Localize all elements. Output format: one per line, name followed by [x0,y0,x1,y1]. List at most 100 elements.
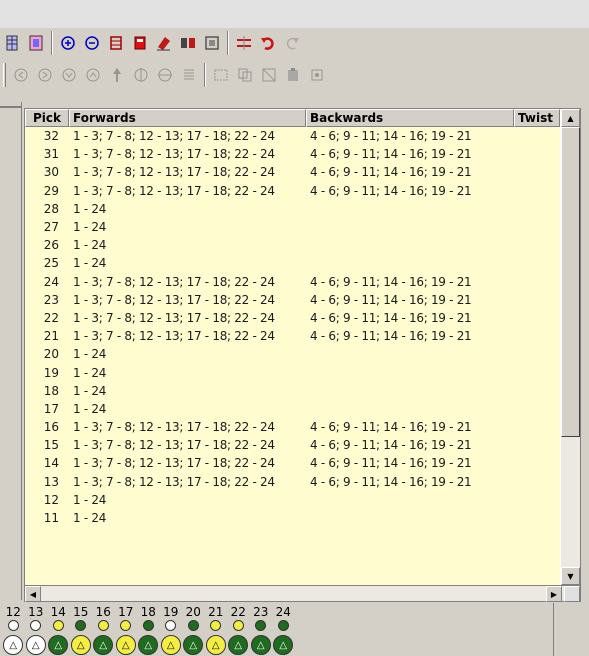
table-row[interactable]: 25 1 - 24 [25,254,560,272]
grid-icon[interactable] [2,33,22,53]
cell-forwards[interactable]: 1 - 24 [69,202,306,216]
rotate-right-icon[interactable] [35,65,55,85]
cell-forwards[interactable]: 1 - 3; 7 - 8; 12 - 13; 17 - 18; 22 - 24 [69,438,306,452]
cell-forwards[interactable]: 1 - 24 [69,402,306,416]
table-row[interactable]: 21 1 - 3; 7 - 8; 12 - 13; 17 - 18; 22 - 2… [25,327,560,345]
cell-forwards[interactable]: 1 - 3; 7 - 8; 12 - 13; 17 - 18; 22 - 24 [69,329,306,343]
cell-pick[interactable]: 27 [25,220,69,234]
scroll-left-button[interactable]: ◀ [25,586,41,602]
card-dot[interactable] [30,620,42,631]
list-icon[interactable] [179,65,199,85]
cell-backwards[interactable]: 4 - 6; 9 - 11; 14 - 16; 19 - 21 [306,275,514,289]
select-icon[interactable] [211,65,231,85]
table-row[interactable]: 29 1 - 3; 7 - 8; 12 - 13; 17 - 18; 22 - 2… [25,182,560,200]
table-row[interactable]: 18 1 - 24 [25,382,560,400]
cell-forwards[interactable]: 1 - 24 [69,220,306,234]
cell-pick[interactable]: 32 [25,129,69,143]
table-row[interactable]: 15 1 - 3; 7 - 8; 12 - 13; 17 - 18; 22 - 2… [25,436,560,454]
table-row[interactable]: 17 1 - 24 [25,400,560,418]
table-row[interactable]: 11 1 - 24 [25,509,560,527]
table-row[interactable]: 22 1 - 3; 7 - 8; 12 - 13; 17 - 18; 22 - 2… [25,309,560,327]
card-dot[interactable] [232,620,244,631]
cell-forwards[interactable]: 1 - 24 [69,384,306,398]
card-mark-icon[interactable]: △ [205,635,226,655]
card-mark-icon[interactable]: △ [93,635,114,655]
header-backwards[interactable]: Backwards [306,109,514,127]
scroll-up-button[interactable]: ▲ [561,109,580,127]
card-dot[interactable] [255,620,267,631]
card-mark-icon[interactable]: △ [25,635,46,655]
table-row[interactable]: 32 1 - 3; 7 - 8; 12 - 13; 17 - 18; 22 - 2… [25,127,560,145]
cell-backwards[interactable]: 4 - 6; 9 - 11; 14 - 16; 19 - 21 [306,184,514,198]
card-mark-icon[interactable]: △ [48,635,69,655]
cell-forwards[interactable]: 1 - 3; 7 - 8; 12 - 13; 17 - 18; 22 - 24 [69,293,306,307]
cell-pick[interactable]: 21 [25,329,69,343]
zoom-out-icon[interactable] [82,33,102,53]
table-row[interactable]: 19 1 - 24 [25,363,560,381]
frame-icon[interactable] [202,33,222,53]
table-row[interactable]: 26 1 - 24 [25,236,560,254]
rotate-left-icon[interactable] [11,65,31,85]
card-red-icon[interactable] [130,33,150,53]
card-mark-icon[interactable]: △ [183,635,204,655]
table-row[interactable]: 27 1 - 24 [25,218,560,236]
card-mark-icon[interactable]: △ [3,635,24,655]
cell-forwards[interactable]: 1 - 3; 7 - 8; 12 - 13; 17 - 18; 22 - 24 [69,475,306,489]
table-row[interactable]: 13 1 - 3; 7 - 8; 12 - 13; 17 - 18; 22 - 2… [25,473,560,491]
table-row[interactable]: 23 1 - 3; 7 - 8; 12 - 13; 17 - 18; 22 - 2… [25,291,560,309]
cell-forwards[interactable]: 1 - 24 [69,511,306,525]
redo-icon[interactable] [282,33,302,53]
zoom-in-icon[interactable] [58,33,78,53]
cell-pick[interactable]: 18 [25,384,69,398]
mirror-h-icon[interactable] [155,65,175,85]
cell-forwards[interactable]: 1 - 3; 7 - 8; 12 - 13; 17 - 18; 22 - 24 [69,165,306,179]
cell-pick[interactable]: 15 [25,438,69,452]
cell-pick[interactable]: 25 [25,256,69,270]
vertical-scrollbar[interactable]: ▲ ▼ [560,109,580,585]
cell-pick[interactable]: 28 [25,202,69,216]
cell-backwards[interactable]: 4 - 6; 9 - 11; 14 - 16; 19 - 21 [306,475,514,489]
undo-icon[interactable] [258,33,278,53]
card-icon[interactable] [106,33,126,53]
toolbar-grip[interactable] [3,63,6,87]
cell-pick[interactable]: 31 [25,147,69,161]
cell-forwards[interactable]: 1 - 3; 7 - 8; 12 - 13; 17 - 18; 22 - 24 [69,275,306,289]
card-mark-icon[interactable]: △ [160,635,181,655]
flip-icon[interactable] [107,65,127,85]
cell-forwards[interactable]: 1 - 3; 7 - 8; 12 - 13; 17 - 18; 22 - 24 [69,184,306,198]
card-dot[interactable] [277,620,289,631]
cell-backwards[interactable]: 4 - 6; 9 - 11; 14 - 16; 19 - 21 [306,329,514,343]
card-dot[interactable] [142,620,154,631]
cell-pick[interactable]: 17 [25,402,69,416]
cell-pick[interactable]: 26 [25,238,69,252]
cell-forwards[interactable]: 1 - 3; 7 - 8; 12 - 13; 17 - 18; 22 - 24 [69,147,306,161]
cell-forwards[interactable]: 1 - 3; 7 - 8; 12 - 13; 17 - 18; 22 - 24 [69,456,306,470]
table-row[interactable]: 28 1 - 24 [25,200,560,218]
mirror-v-icon[interactable] [131,65,151,85]
header-twist[interactable]: Twist [514,109,560,127]
card-dot[interactable] [165,620,177,631]
cell-backwards[interactable]: 4 - 6; 9 - 11; 14 - 16; 19 - 21 [306,293,514,307]
scroll-down-button[interactable]: ▼ [561,567,580,585]
cell-forwards[interactable]: 1 - 24 [69,256,306,270]
cell-pick[interactable]: 12 [25,493,69,507]
card-mark-icon[interactable]: △ [273,635,294,655]
card-dot[interactable] [97,620,109,631]
cell-backwards[interactable]: 4 - 6; 9 - 11; 14 - 16; 19 - 21 [306,420,514,434]
cell-pick[interactable]: 22 [25,311,69,325]
erase-icon[interactable] [154,33,174,53]
cell-forwards[interactable]: 1 - 24 [69,238,306,252]
card-mark-icon[interactable]: △ [228,635,249,655]
cell-backwards[interactable]: 4 - 6; 9 - 11; 14 - 16; 19 - 21 [306,456,514,470]
scroll-track[interactable] [561,437,580,567]
cell-forwards[interactable]: 1 - 3; 7 - 8; 12 - 13; 17 - 18; 22 - 24 [69,311,306,325]
table-row[interactable]: 20 1 - 24 [25,345,560,363]
cell-forwards[interactable]: 1 - 3; 7 - 8; 12 - 13; 17 - 18; 22 - 24 [69,129,306,143]
cell-pick[interactable]: 30 [25,165,69,179]
card-dot[interactable] [52,620,64,631]
cell-forwards[interactable]: 1 - 24 [69,366,306,380]
scroll-right-button[interactable]: ▶ [546,586,562,602]
card-mark-icon[interactable]: △ [70,635,91,655]
card-dot[interactable] [7,620,19,631]
card-dot[interactable] [187,620,199,631]
